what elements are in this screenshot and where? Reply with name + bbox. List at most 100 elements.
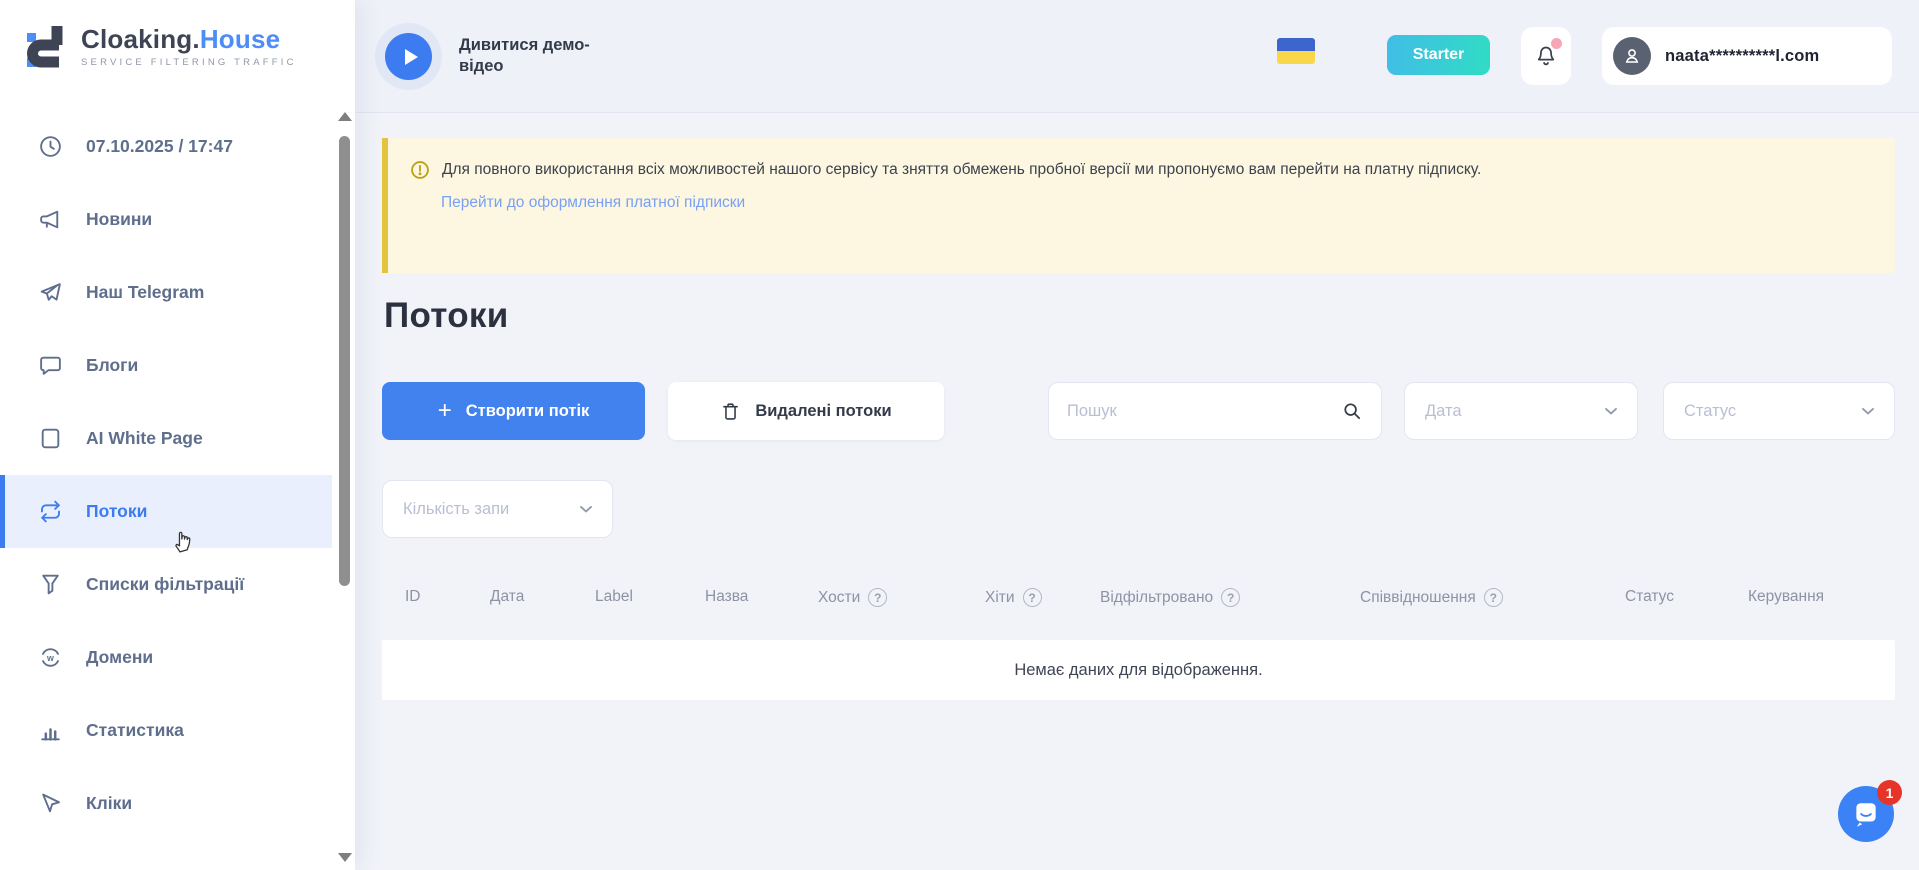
chat-unread-badge: 1 [1877, 780, 1902, 805]
help-icon[interactable]: ? [1023, 588, 1042, 607]
column-header-8: Співвідношення? [1360, 588, 1503, 607]
language-flag-ukraine[interactable] [1277, 38, 1315, 64]
user-avatar [1613, 37, 1651, 75]
svg-text:w: w [46, 653, 54, 663]
flag-yellow-half [1277, 51, 1315, 64]
column-header-label: Відфільтровано [1100, 589, 1213, 607]
play-icon [405, 49, 418, 65]
column-header-7: Відфільтровано? [1100, 588, 1240, 607]
column-header-label: Назва [705, 588, 748, 606]
sidebar-item-label: Новини [86, 209, 152, 230]
per-page-select[interactable]: Кількість запи [382, 480, 613, 538]
status-filter-label: Статус [1684, 402, 1736, 421]
empty-state-text: Немає даних для відображення. [1014, 661, 1262, 680]
column-header-3: Label [595, 588, 633, 606]
flows-table-header: IDДатаLabelНазваХости?Хіти?Відфільтрован… [382, 578, 1895, 622]
sidebar-item-blogs[interactable]: Блоги [0, 329, 332, 402]
notifications-button[interactable] [1521, 27, 1571, 85]
sidebar-item-news[interactable]: Новини [0, 183, 332, 256]
funnel-icon [38, 572, 63, 597]
table-empty-row: Немає даних для відображення. [382, 640, 1895, 700]
column-header-label: Label [595, 588, 633, 606]
chat-widget-button[interactable]: 1 [1838, 786, 1894, 842]
chevron-down-icon [576, 499, 596, 519]
scrollbar-up-arrow[interactable] [338, 112, 352, 121]
search-box [1048, 382, 1382, 440]
column-header-9: Статус [1625, 588, 1674, 606]
column-header-label: Керування [1748, 588, 1824, 606]
cursor-icon [38, 791, 63, 816]
date-filter-label: Дата [1425, 402, 1462, 421]
www-icon: w [38, 645, 63, 670]
column-header-label: Співвідношення [1360, 589, 1476, 607]
scrollbar-thumb[interactable] [339, 136, 350, 586]
chevron-down-icon [1601, 401, 1621, 421]
sidebar-item-filter-lists[interactable]: Списки фільтрації [0, 548, 332, 621]
user-email: naata**********l.com [1665, 47, 1819, 66]
search-icon[interactable] [1341, 400, 1363, 422]
sidebar-item-domains[interactable]: w Домени [0, 621, 332, 694]
page-title: Потоки [384, 296, 509, 336]
create-flow-label: Створити потік [466, 402, 590, 421]
demo-video-label[interactable]: Дивитися демо-відео [459, 35, 599, 77]
play-demo-button[interactable] [385, 33, 432, 80]
deleted-flows-button[interactable]: Видалені потоки [668, 382, 944, 440]
brand-name: Cloaking.House [81, 26, 297, 52]
sidebar-item-statistics[interactable]: Статистика [0, 694, 332, 767]
sidebar-item-telegram[interactable]: Наш Telegram [0, 256, 332, 329]
column-header-4: Назва [705, 588, 748, 606]
sidebar-item-label: Статистика [86, 720, 184, 741]
trash-icon [720, 401, 741, 422]
brand-tagline: SERVICE FILTERING TRAFFIC [81, 57, 297, 68]
brand-logo[interactable]: Cloaking.House SERVICE FILTERING TRAFFIC [24, 22, 297, 72]
brand-logo-icon [24, 22, 68, 72]
warning-icon [410, 160, 430, 180]
help-icon[interactable]: ? [1484, 588, 1503, 607]
column-header-6: Хіти? [985, 588, 1042, 607]
sidebar-nav: 07.10.2025 / 17:47 Новини Наш Telegram Блог… [0, 110, 332, 840]
status-filter-select[interactable]: Статус [1663, 382, 1895, 440]
sidebar-item-ai-white-page[interactable]: AI White Page [0, 402, 332, 475]
sidebar-scrollbar[interactable] [337, 112, 353, 870]
sidebar-item-label: Блоги [86, 355, 138, 376]
sidebar: Cloaking.House SERVICE FILTERING TRAFFIC… [0, 0, 355, 870]
telegram-icon [38, 280, 63, 305]
column-header-label: Хости [818, 589, 860, 607]
date-filter-select[interactable]: Дата [1404, 382, 1638, 440]
chat-bubble-icon [1851, 799, 1881, 829]
chat-icon [38, 353, 63, 378]
column-header-label: ID [405, 588, 421, 606]
scrollbar-down-arrow[interactable] [338, 853, 352, 862]
repeat-icon [38, 499, 63, 524]
column-header-label: Статус [1625, 588, 1674, 606]
per-page-label: Кількість запи [403, 500, 509, 519]
brand-text: Cloaking.House SERVICE FILTERING TRAFFIC [81, 26, 297, 68]
sidebar-item-label: Списки фільтрації [86, 574, 244, 595]
sidebar-item-label: AI White Page [86, 428, 203, 449]
upgrade-subscription-link[interactable]: Перейти до оформлення платної підписки [441, 194, 745, 212]
sidebar-item-label: Домени [86, 647, 153, 668]
column-header-2: Дата [490, 588, 524, 606]
trial-warning-banner: Для повного використання всіх можливосте… [382, 138, 1895, 273]
deleted-flows-label: Видалені потоки [755, 402, 891, 421]
sidebar-item-label: 07.10.2025 / 17:47 [86, 136, 233, 157]
sidebar-item-label: Наш Telegram [86, 282, 204, 303]
create-flow-button[interactable]: + Створити потік [382, 382, 645, 440]
user-account-button[interactable]: naata**********l.com [1602, 27, 1892, 85]
search-input[interactable] [1067, 402, 1341, 421]
sidebar-item-datetime: 07.10.2025 / 17:47 [0, 110, 332, 183]
column-header-1: ID [405, 588, 421, 606]
help-icon[interactable]: ? [1221, 588, 1240, 607]
sidebar-item-flows[interactable]: Потоки [0, 475, 332, 548]
flag-blue-half [1277, 38, 1315, 51]
column-header-10: Керування [1748, 588, 1824, 606]
bar-chart-icon [38, 718, 63, 743]
sidebar-item-clicks[interactable]: Кліки [0, 767, 332, 840]
notification-dot [1551, 38, 1562, 49]
clock-icon [38, 134, 63, 159]
plan-badge[interactable]: Starter [1387, 35, 1490, 75]
megaphone-icon [38, 207, 63, 232]
help-icon[interactable]: ? [868, 588, 887, 607]
sidebar-item-label: Потоки [86, 501, 147, 522]
main-area: Дивитися демо-відео Starter naata*******… [355, 0, 1919, 870]
